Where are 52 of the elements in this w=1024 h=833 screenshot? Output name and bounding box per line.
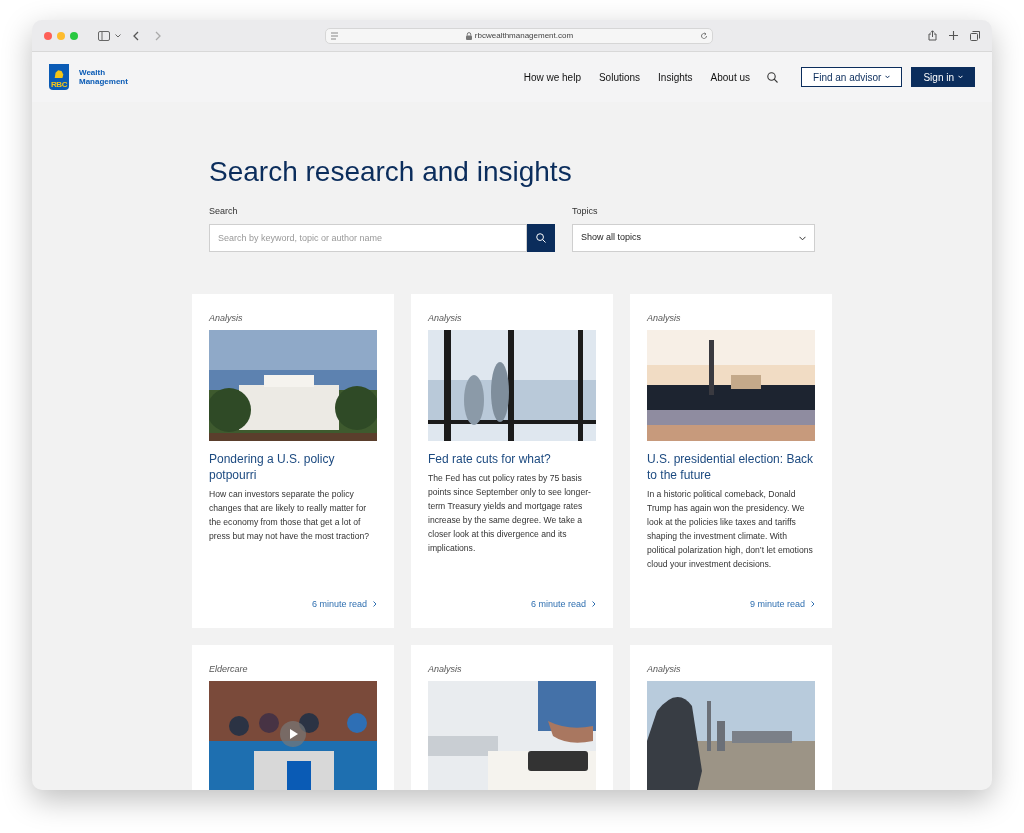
address-bar[interactable]: rbcwealthmanagement.com: [325, 27, 713, 44]
chevron-right-icon: [811, 601, 815, 608]
read-time-link[interactable]: 9 minute read: [749, 597, 815, 611]
search-icon: [536, 233, 546, 243]
search-field[interactable]: Search by keyword, topic or author name: [209, 224, 527, 252]
sign-in-button[interactable]: Sign in: [911, 67, 975, 87]
article-summary: How can investors separate the policy changes that are likely to really matter for the economy from those that get a lot of press but may not have the most traction?: [209, 488, 371, 543]
nav-link[interactable]: How we help: [523, 69, 581, 85]
chevron-down-icon: [885, 75, 891, 79]
search-button[interactable]: [527, 224, 555, 252]
article-title[interactable]: Pondering a U.S. policy potpourri: [209, 451, 377, 483]
advisor-button[interactable]: Find an advisor: [801, 67, 903, 87]
chevron-right-icon: [373, 601, 377, 608]
chevron-down-icon: [958, 75, 963, 79]
search-icon[interactable]: [767, 71, 779, 83]
category-label: Analysis: [209, 312, 244, 324]
topics-dropdown[interactable]: Show all topics: [572, 224, 815, 252]
logo-mark: RBC: [51, 80, 67, 89]
field-label: Search: [209, 205, 239, 218]
category-label: Analysis: [647, 312, 682, 324]
logo-text: Wealth: [79, 68, 107, 77]
share-icon[interactable]: [928, 30, 937, 41]
logo-shield[interactable]: RBC: [49, 64, 69, 90]
chevron-down-icon[interactable]: [115, 33, 121, 38]
category-label: Eldercare: [209, 663, 249, 675]
dropdown-value: Show all topics: [581, 231, 642, 245]
logo-text: Management: [79, 77, 128, 86]
field-label: Topics: [572, 205, 599, 218]
category-label: Analysis: [428, 312, 463, 324]
article-summary: In a historic political comeback, Donald Trump has again won the presidency. We look at the policies like taxes and tariffs shaping the investment climate. With political polarization high, don’t let emotions cloud your investment decisions.: [647, 488, 814, 571]
chevron-right-icon: [592, 601, 596, 608]
page-icon: [330, 31, 339, 40]
chevron-down-icon: [799, 235, 806, 241]
reload-icon[interactable]: [700, 31, 708, 40]
read-time-link[interactable]: 6 minute read: [530, 597, 596, 611]
new-tab-icon[interactable]: [949, 31, 958, 40]
nav-link[interactable]: About us: [710, 69, 751, 85]
article-title[interactable]: U.S. presidential election: Back to the future: [647, 451, 815, 483]
read-time-link[interactable]: 6 minute read: [311, 597, 377, 611]
category-label: Analysis: [428, 663, 463, 675]
nav-link[interactable]: Solutions: [598, 69, 641, 85]
sidebar-icon[interactable]: [98, 30, 110, 41]
article-title[interactable]: Fed rate cuts for what?: [428, 451, 596, 467]
lock-icon: [465, 31, 472, 40]
nav-link[interactable]: Insights: [658, 69, 693, 85]
page-title: Search research and insights: [209, 155, 573, 189]
address-text: rbcwealthmanagement.com: [474, 29, 574, 42]
tabs-icon[interactable]: [970, 30, 980, 41]
article-summary: The Fed has cut policy rates by 75 basis points since September only to see longer-term Treasury yields and mortgage rates increase by the same degree. We take a closer look at this divergence and its implications.: [428, 472, 592, 555]
back-icon[interactable]: [133, 30, 139, 41]
category-label: Analysis: [647, 663, 682, 675]
play-icon[interactable]: [280, 721, 306, 747]
